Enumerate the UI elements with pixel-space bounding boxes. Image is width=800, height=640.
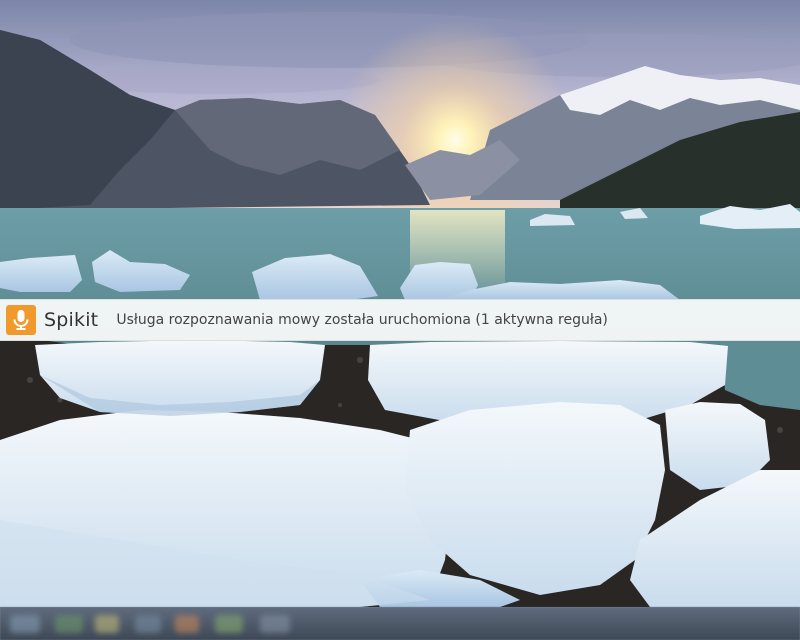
taskbar[interactable] (0, 607, 800, 640)
notification-banner[interactable]: Spikit Usługa rozpoznawania mowy została… (0, 299, 800, 341)
notification-message: Usługa rozpoznawania mowy została urucho… (116, 312, 608, 328)
notification-app-name: Spikit (44, 309, 99, 331)
microphone-icon (6, 305, 36, 335)
desktop: Spikit Usługa rozpoznawania mowy została… (0, 0, 800, 640)
